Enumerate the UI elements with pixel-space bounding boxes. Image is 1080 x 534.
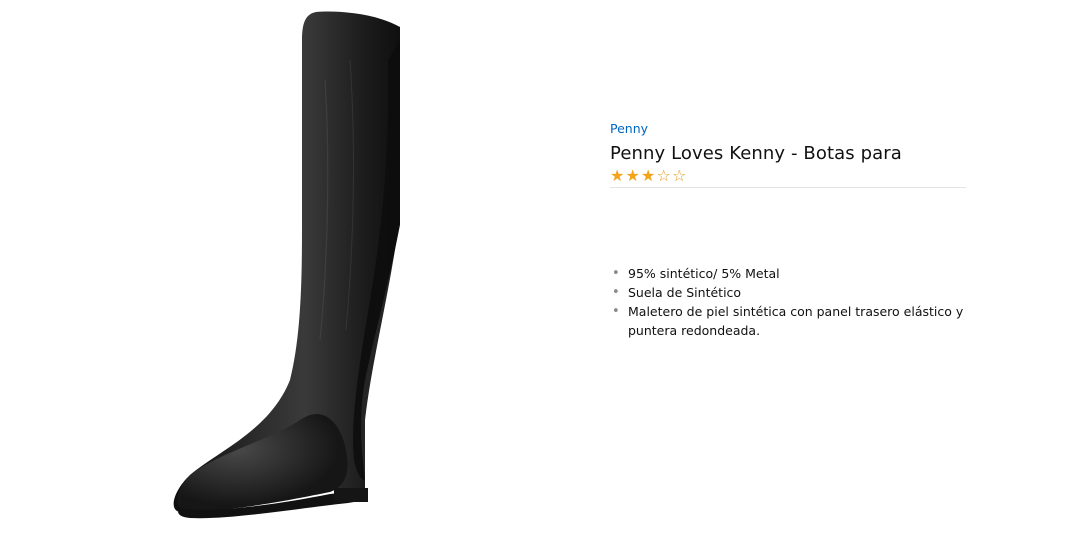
brand-link[interactable]: Penny [610, 120, 648, 138]
feature-text: Suela de Sintético [628, 285, 742, 300]
star-empty-icon: ☆ [656, 166, 671, 185]
product-image[interactable] [150, 0, 400, 534]
feature-item: • 95% sintético/ 5% Metal [610, 264, 966, 283]
star-filled-icon: ★ [610, 166, 625, 185]
bullet-icon: • [612, 285, 620, 300]
feature-item: • Maletero de piel sintética con panel t… [610, 302, 966, 340]
star-filled-icon: ★ [641, 166, 656, 185]
feature-item: • Suela de Sintético [610, 283, 966, 302]
star-rating[interactable]: ★ ★ ★ ☆ ☆ [610, 167, 966, 185]
bullet-icon: • [612, 304, 620, 319]
feature-text: Maletero de piel sintética con panel tra… [628, 304, 964, 338]
product-info: Penny Penny Loves Kenny - Botas para ★ ★ ★… [610, 118, 966, 340]
bullet-icon: • [612, 266, 620, 281]
star-empty-icon: ☆ [672, 166, 687, 185]
feature-text: 95% sintético/ 5% Metal [628, 266, 780, 281]
feature-list: • 95% sintético/ 5% Metal • Suela de Sin… [610, 264, 966, 340]
product-title: Penny Loves Kenny - Botas para [610, 143, 902, 164]
boot-image [173, 11, 400, 519]
divider [610, 187, 966, 188]
star-filled-icon: ★ [625, 166, 640, 185]
product-card: Penny Penny Loves Kenny - Botas para ★ ★ ★… [0, 0, 1080, 534]
